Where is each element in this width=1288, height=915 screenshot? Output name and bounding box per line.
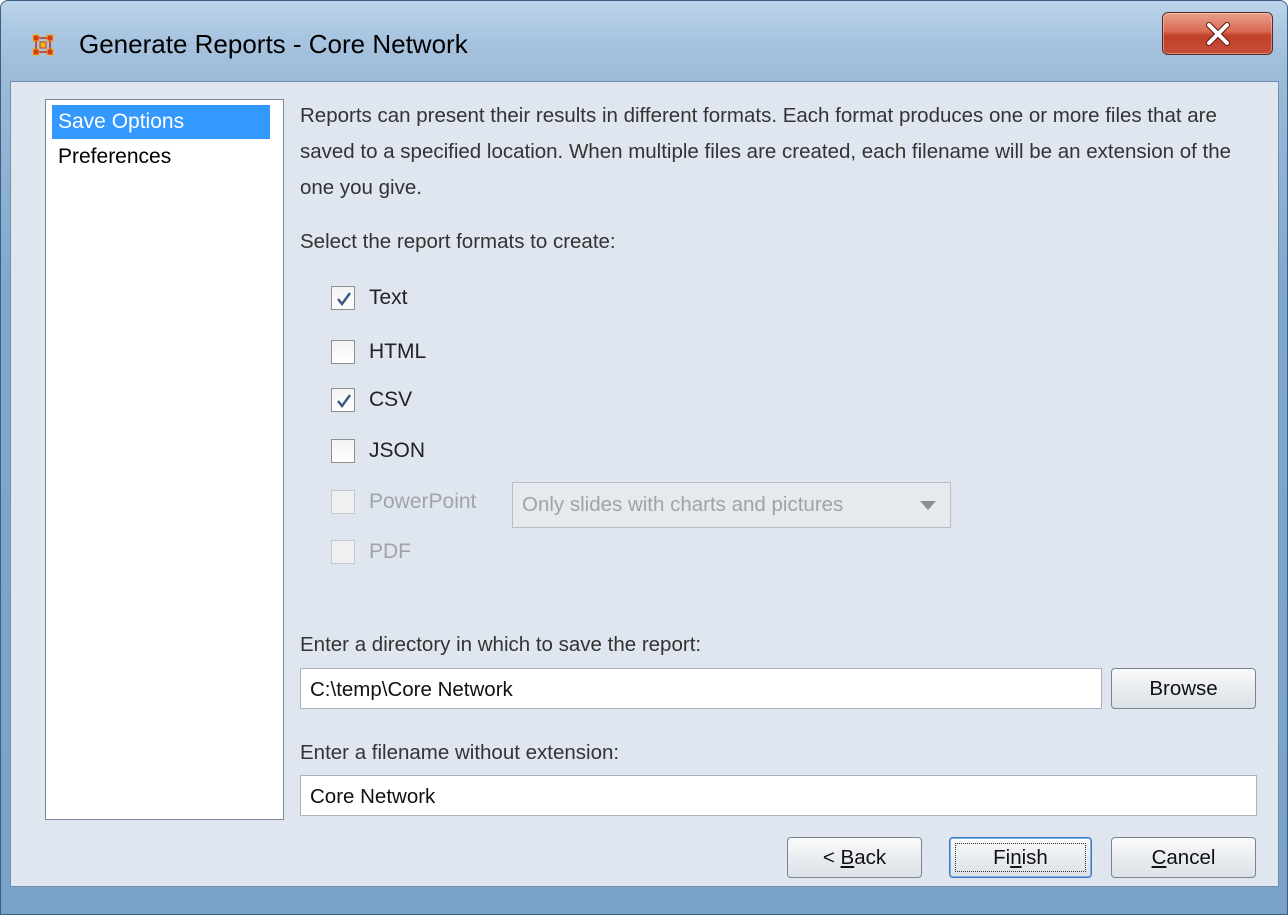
directory-field[interactable] (300, 668, 1102, 709)
network-grid-icon (32, 34, 54, 56)
pdf-checkbox[interactable] (331, 540, 355, 564)
back-button-rest: ack (854, 846, 887, 869)
powerpoint-checkbox-label: PowerPoint (369, 490, 477, 513)
html-checkbox-label: HTML (369, 340, 427, 363)
directory-label: Enter a directory in which to save the r… (300, 633, 702, 656)
window-title: Generate Reports - Core Network (79, 29, 468, 59)
dialog-window: Generate Reports - Core Network Save Opt… (0, 0, 1288, 915)
csv-checkbox[interactable] (331, 388, 355, 412)
close-button[interactable] (1162, 12, 1273, 55)
text-checkbox-label: Text (369, 286, 408, 309)
close-icon (1206, 22, 1230, 46)
filename-label: Enter a filename without extension: (300, 741, 620, 764)
checkmark-icon (337, 394, 351, 408)
html-checkbox[interactable] (331, 340, 355, 364)
pdf-checkbox-label: PDF (369, 540, 411, 563)
back-button-prefix: < (822, 846, 841, 869)
filename-input[interactable] (308, 782, 1172, 812)
cancel-button-rest: ancel (1166, 846, 1216, 869)
nav-item-save-options[interactable]: Save Options (52, 105, 270, 139)
json-checkbox[interactable] (331, 439, 355, 463)
back-button[interactable]: < Back (787, 837, 922, 878)
cancel-button[interactable]: Cancel (1111, 837, 1256, 878)
powerpoint-options-dropdown[interactable]: Only slides with charts and pictures (512, 482, 951, 528)
directory-input[interactable] (308, 675, 1032, 705)
filename-field[interactable] (300, 775, 1257, 816)
json-checkbox-label: JSON (369, 439, 426, 462)
chevron-down-icon (920, 501, 936, 510)
csv-checkbox-label: CSV (369, 388, 413, 411)
dialog-content: Save Options Preferences Reports can pre… (10, 81, 1279, 887)
finish-button[interactable]: Finish (949, 837, 1092, 878)
cancel-button-mnemonic: C (1151, 846, 1167, 869)
nav-item-preferences[interactable]: Preferences (52, 140, 177, 174)
text-checkbox[interactable] (331, 286, 355, 310)
title-bar[interactable]: Generate Reports - Core Network (1, 1, 1287, 81)
formats-prompt: Select the report formats to create: (300, 230, 616, 253)
back-button-mnemonic: B (840, 846, 855, 869)
browse-button[interactable]: Browse (1111, 668, 1256, 709)
description-text: Reports can present their results in dif… (300, 104, 1231, 199)
powerpoint-checkbox[interactable] (331, 490, 355, 514)
options-nav-list[interactable]: Save Options Preferences (45, 99, 284, 820)
focus-indicator (955, 843, 1086, 872)
powerpoint-options-value: Only slides with charts and pictures (522, 493, 844, 516)
checkmark-icon (337, 292, 351, 306)
